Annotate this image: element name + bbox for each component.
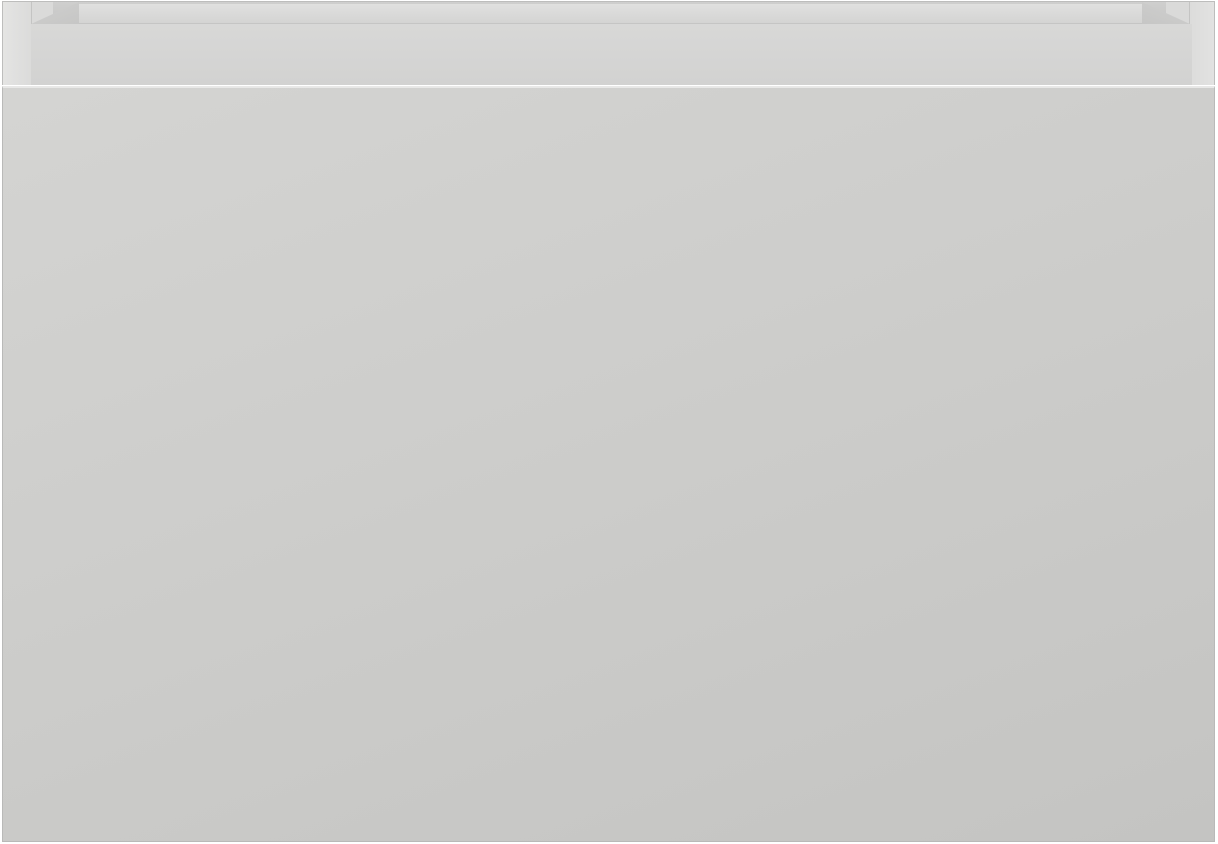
cabinet-right-inner-corner — [1142, 2, 1190, 24]
cabinet-right-side-panel — [1189, 2, 1214, 85]
cabinet-left-side-panel — [3, 2, 32, 85]
product-image — [0, 0, 1218, 844]
cabinet-front-top-rail — [31, 24, 1192, 85]
cabinet-inner-back-wall — [78, 4, 1143, 23]
cabinet-top-opening — [2, 1, 1215, 85]
drawer-front-panel — [2, 86, 1215, 842]
